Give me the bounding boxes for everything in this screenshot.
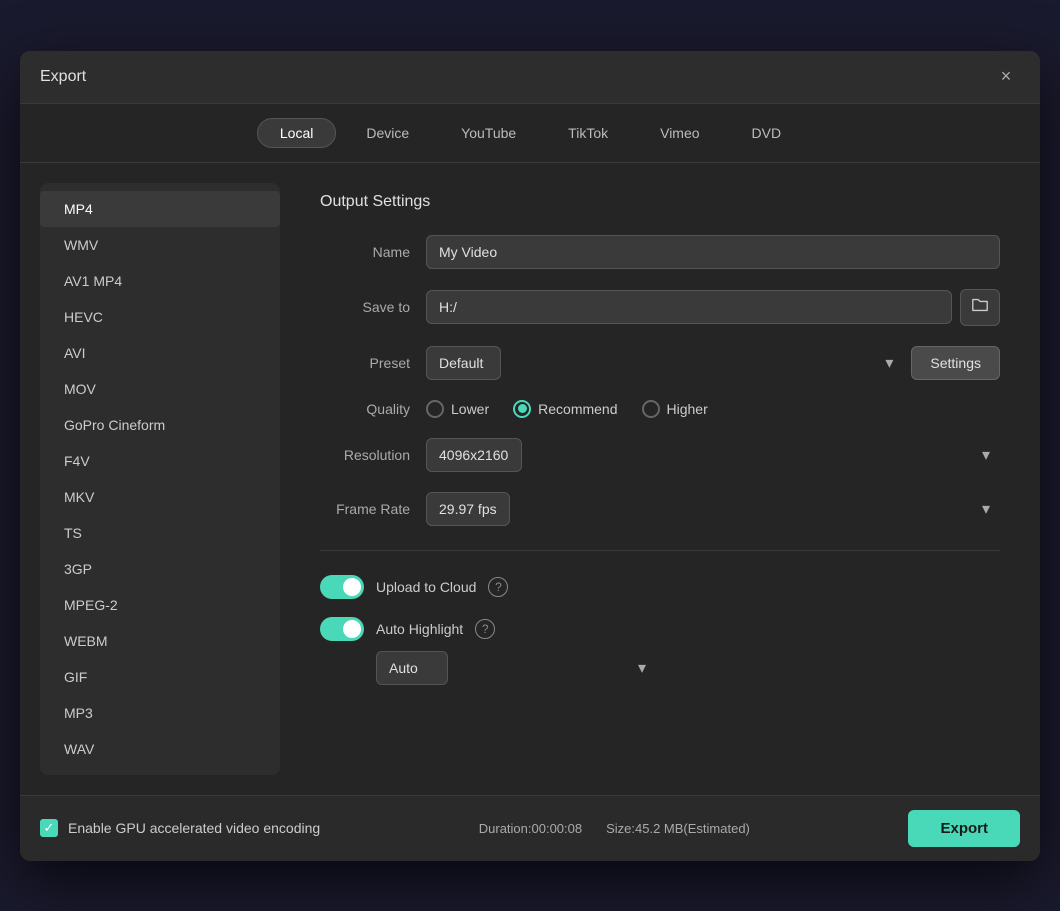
close-button[interactable]: ×	[992, 63, 1020, 91]
content-area: MP4 WMV AV1 MP4 HEVC AVI MOV GoPro Cinef…	[20, 163, 1040, 795]
quality-lower-label: Lower	[451, 401, 489, 417]
name-label: Name	[320, 244, 410, 260]
quality-recommend[interactable]: Recommend	[513, 400, 617, 418]
settings-panel: Output Settings Name Save to	[300, 183, 1020, 775]
frame-rate-label: Frame Rate	[320, 501, 410, 517]
format-3gp[interactable]: 3GP	[40, 551, 280, 587]
name-input[interactable]	[426, 235, 1000, 269]
footer-info: Duration:00:00:08 Size:45.2 MB(Estimated…	[479, 821, 750, 836]
quality-higher-radio	[642, 400, 660, 418]
upload-cloud-label: Upload to Cloud	[376, 579, 476, 595]
tab-vimeo[interactable]: Vimeo	[638, 118, 721, 148]
gpu-checkbox[interactable]: ✓ Enable GPU accelerated video encoding	[40, 819, 320, 837]
preset-input-group: Default Custom Settings	[426, 346, 1000, 380]
tab-bar: Local Device YouTube TikTok Vimeo DVD	[20, 104, 1040, 163]
quality-lower[interactable]: Lower	[426, 400, 489, 418]
quality-label: Quality	[320, 401, 410, 417]
duration-stat: Duration:00:00:08	[479, 821, 582, 836]
export-dialog: Export × Local Device YouTube TikTok Vim…	[20, 51, 1040, 861]
format-mkv[interactable]: MKV	[40, 479, 280, 515]
format-mov[interactable]: MOV	[40, 371, 280, 407]
resolution-row: Resolution 4096x2160 3840x2160 1920x1080…	[320, 438, 1000, 472]
auto-highlight-row: Auto Highlight ?	[320, 617, 1000, 641]
footer: ✓ Enable GPU accelerated video encoding …	[20, 795, 1040, 861]
preset-select-wrapper: Default Custom	[426, 346, 903, 380]
format-wmv[interactable]: WMV	[40, 227, 280, 263]
folder-browse-button[interactable]	[960, 289, 1000, 326]
format-mp3[interactable]: MP3	[40, 695, 280, 731]
quality-options: Lower Recommend Higher	[426, 400, 708, 418]
format-mp4[interactable]: MP4	[40, 191, 280, 227]
format-wav[interactable]: WAV	[40, 731, 280, 767]
auto-highlight-help-icon[interactable]: ?	[475, 619, 495, 639]
dialog-title: Export	[40, 68, 86, 86]
divider	[320, 550, 1000, 551]
resolution-select[interactable]: 4096x2160 3840x2160 1920x1080 1280x720	[426, 438, 522, 472]
quality-recommend-label: Recommend	[538, 401, 617, 417]
gpu-checkbox-icon: ✓	[40, 819, 58, 837]
frame-rate-row: Frame Rate 29.97 fps 25 fps 24 fps 60 fp…	[320, 492, 1000, 526]
auto-highlight-select-wrapper: Auto Manual	[376, 651, 656, 685]
quality-recommend-radio	[513, 400, 531, 418]
save-to-input[interactable]	[426, 290, 952, 324]
format-hevc[interactable]: HEVC	[40, 299, 280, 335]
format-f4v[interactable]: F4V	[40, 443, 280, 479]
gpu-label: Enable GPU accelerated video encoding	[68, 820, 320, 836]
quality-higher[interactable]: Higher	[642, 400, 708, 418]
format-gif[interactable]: GIF	[40, 659, 280, 695]
upload-cloud-row: Upload to Cloud ?	[320, 575, 1000, 599]
settings-button[interactable]: Settings	[911, 346, 1000, 380]
settings-title: Output Settings	[320, 193, 1000, 211]
auto-highlight-select[interactable]: Auto Manual	[376, 651, 448, 685]
preset-label: Preset	[320, 355, 410, 371]
resolution-label: Resolution	[320, 447, 410, 463]
quality-row: Quality Lower Recommend Higher	[320, 400, 1000, 418]
preset-row: Preset Default Custom Settings	[320, 346, 1000, 380]
format-mpeg2[interactable]: MPEG-2	[40, 587, 280, 623]
save-to-input-group	[426, 289, 1000, 326]
format-ts[interactable]: TS	[40, 515, 280, 551]
quality-higher-label: Higher	[667, 401, 708, 417]
frame-rate-select-wrapper: 29.97 fps 25 fps 24 fps 60 fps	[426, 492, 1000, 526]
frame-rate-select[interactable]: 29.97 fps 25 fps 24 fps 60 fps	[426, 492, 510, 526]
auto-highlight-label: Auto Highlight	[376, 621, 463, 637]
name-row: Name	[320, 235, 1000, 269]
save-to-row: Save to	[320, 289, 1000, 326]
tab-dvd[interactable]: DVD	[730, 118, 804, 148]
save-to-label: Save to	[320, 299, 410, 315]
auto-highlight-toggle[interactable]	[320, 617, 364, 641]
quality-lower-radio	[426, 400, 444, 418]
tab-youtube[interactable]: YouTube	[439, 118, 538, 148]
upload-cloud-help-icon[interactable]: ?	[488, 577, 508, 597]
upload-cloud-toggle[interactable]	[320, 575, 364, 599]
tab-local[interactable]: Local	[257, 118, 336, 148]
tab-device[interactable]: Device	[344, 118, 431, 148]
format-list: MP4 WMV AV1 MP4 HEVC AVI MOV GoPro Cinef…	[40, 183, 280, 775]
size-stat: Size:45.2 MB(Estimated)	[606, 821, 750, 836]
format-webm[interactable]: WEBM	[40, 623, 280, 659]
format-av1mp4[interactable]: AV1 MP4	[40, 263, 280, 299]
dialog-header: Export ×	[20, 51, 1040, 104]
tab-tiktok[interactable]: TikTok	[546, 118, 630, 148]
format-avi[interactable]: AVI	[40, 335, 280, 371]
resolution-select-wrapper: 4096x2160 3840x2160 1920x1080 1280x720	[426, 438, 1000, 472]
format-gopro[interactable]: GoPro Cineform	[40, 407, 280, 443]
preset-select[interactable]: Default Custom	[426, 346, 501, 380]
export-button[interactable]: Export	[908, 810, 1020, 847]
